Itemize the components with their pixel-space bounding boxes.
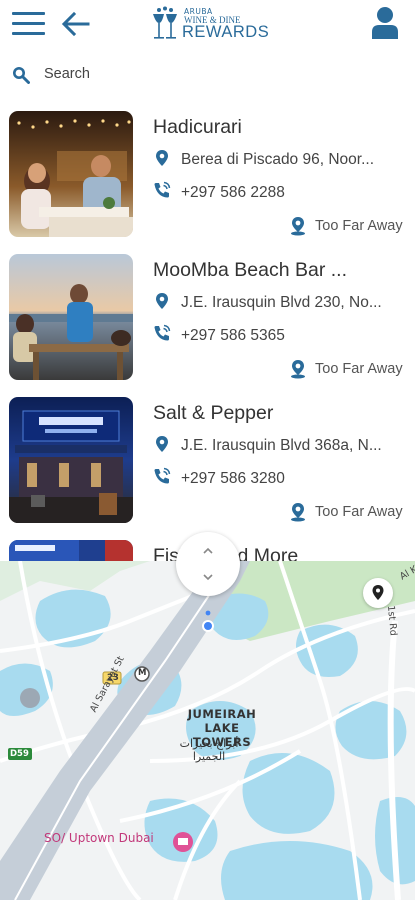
map-road-shield-23: 23 bbox=[107, 673, 119, 683]
user-icon[interactable] bbox=[371, 6, 399, 40]
phone-icon bbox=[154, 181, 171, 198]
restaurant-name[interactable]: Salt & Pepper bbox=[153, 402, 273, 425]
location-pin-icon bbox=[372, 585, 384, 600]
map-view[interactable]: JUMEIRAH LAKE TOWERS أبراج بحيرات الجمير… bbox=[0, 561, 415, 900]
restaurant-name[interactable]: Hadicurari bbox=[153, 116, 242, 139]
wine-glass-logo-icon bbox=[153, 6, 177, 39]
map-road-shield-d59: D59 bbox=[10, 749, 29, 759]
map-label-district-arabic: أبراج بحيرات الجميرا bbox=[179, 737, 239, 763]
logo-text-rewards: REWARDS bbox=[182, 23, 270, 41]
distance-label: Too Far Away bbox=[315, 361, 403, 377]
restaurant-photo bbox=[9, 397, 133, 523]
map-expand-handle[interactable] bbox=[176, 532, 240, 596]
top-bar: ARUBA WINE & DINE REWARDS bbox=[0, 0, 415, 50]
search-icon bbox=[13, 67, 30, 84]
location-pin-icon bbox=[156, 436, 168, 452]
restaurant-photo bbox=[9, 540, 133, 561]
arrow-left-icon[interactable] bbox=[60, 10, 90, 38]
distance-pin-icon bbox=[291, 217, 305, 236]
map-location-button[interactable] bbox=[363, 578, 393, 608]
restaurant-phone[interactable]: +297 586 3280 bbox=[181, 470, 285, 488]
distance-pin-icon bbox=[291, 360, 305, 379]
phone-icon bbox=[154, 324, 171, 341]
search-input[interactable]: Search bbox=[44, 66, 90, 82]
distance-label: Too Far Away bbox=[315, 504, 403, 520]
distance-label: Too Far Away bbox=[315, 218, 403, 234]
location-pin-icon bbox=[156, 150, 168, 166]
restaurant-photo bbox=[9, 254, 133, 380]
phone-icon bbox=[154, 467, 171, 484]
restaurant-name[interactable]: MooMba Beach Bar ... bbox=[153, 259, 347, 282]
chevron-up-down-icon bbox=[203, 547, 213, 581]
search-bar[interactable]: Search bbox=[0, 58, 415, 92]
distance-pin-icon bbox=[291, 503, 305, 522]
restaurant-phone[interactable]: +297 586 2288 bbox=[181, 184, 285, 202]
restaurant-photo bbox=[9, 111, 133, 237]
restaurant-card[interactable]: Salt & Pepper J.E. Irausquin Blvd 368a, … bbox=[0, 397, 415, 532]
restaurant-card[interactable]: MooMba Beach Bar ... J.E. Irausquin Blvd… bbox=[0, 254, 415, 389]
map-label-hotel: SO/ Uptown Dubai bbox=[44, 831, 154, 845]
restaurant-card[interactable]: Hadicurari Berea di Piscado 96, Noor... … bbox=[0, 111, 415, 246]
restaurant-phone[interactable]: +297 586 5365 bbox=[181, 327, 285, 345]
hamburger-menu-icon[interactable] bbox=[12, 11, 45, 37]
restaurant-address: J.E. Irausquin Blvd 230, No... bbox=[181, 294, 382, 311]
restaurant-address: Berea di Piscado 96, Noor... bbox=[181, 151, 375, 168]
location-pin-icon bbox=[156, 293, 168, 309]
app-logo: ARUBA WINE & DINE REWARDS bbox=[150, 6, 272, 44]
restaurant-address: J.E. Irausquin Blvd 368a, N... bbox=[181, 437, 382, 454]
map-metro-marker: M bbox=[138, 668, 147, 678]
